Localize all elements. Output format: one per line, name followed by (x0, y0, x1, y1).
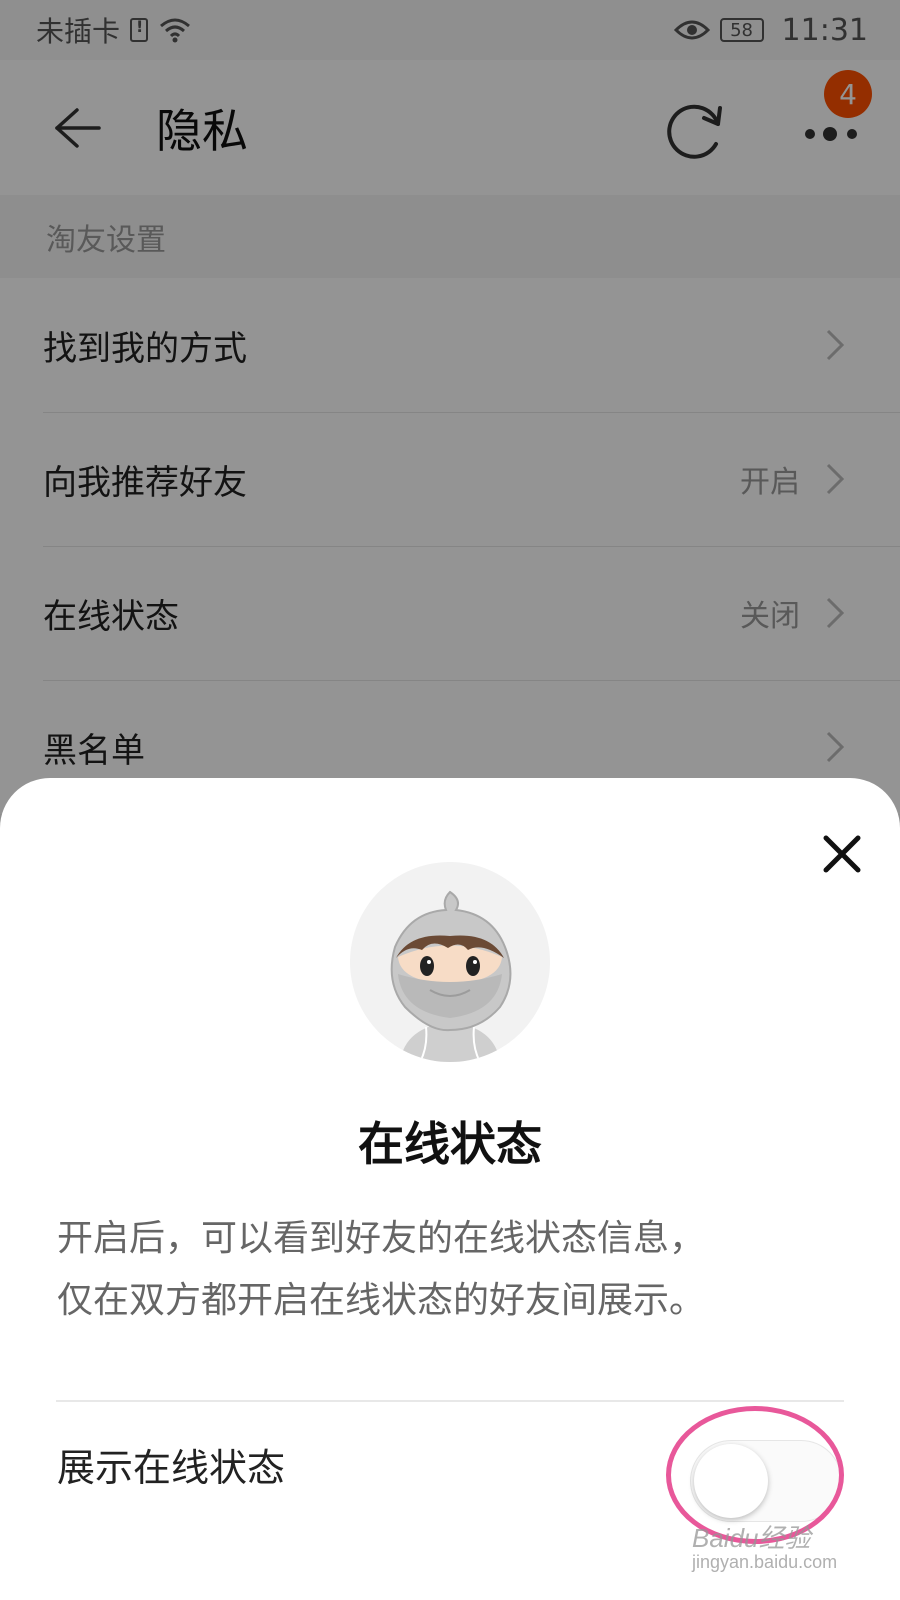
close-button[interactable] (818, 830, 866, 878)
show-online-status-label: 展示在线状态 (57, 1446, 286, 1490)
description-line: 开启后，可以看到好友的在线状态信息， (57, 1218, 706, 1259)
online-status-sheet: 在线状态 开启后，可以看到好友的在线状态信息， 仅在双方都开启在线状态的好友间展… (0, 778, 900, 1600)
watermark-url: jingyan.baidu.com (692, 1552, 838, 1572)
close-icon (823, 835, 861, 873)
description-line: 仅在双方都开启在线状态的好友间展示。 (57, 1280, 706, 1321)
ninja-mascot-illustration (350, 862, 550, 1062)
sheet-title: 在线状态 (358, 1117, 542, 1171)
divider (56, 1400, 844, 1402)
watermark-logo: Baidu经验 (692, 1523, 811, 1553)
sheet-description: 开启后，可以看到好友的在线状态信息， 仅在双方都开启在线状态的好友间展示。 (57, 1208, 857, 1332)
